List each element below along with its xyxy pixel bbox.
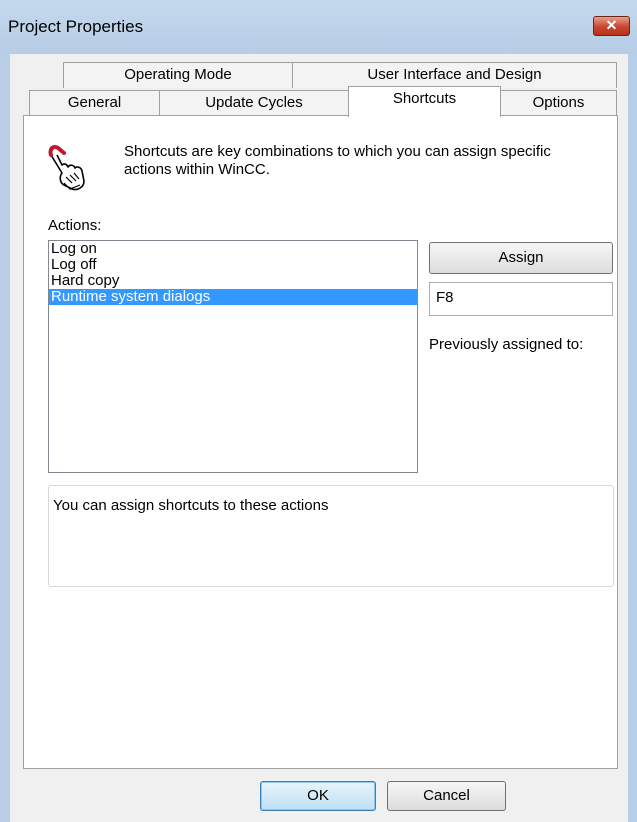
tab-operating-mode[interactable]: Operating Mode bbox=[63, 62, 293, 88]
shortcuts-info-text: Shortcuts are key combinations to which … bbox=[124, 143, 551, 178]
tab-label: Operating Mode bbox=[124, 66, 232, 83]
actions-list[interactable]: Log on Log off Hard copy Runtime system … bbox=[48, 240, 418, 473]
tab-label: Update Cycles bbox=[205, 94, 303, 111]
title-bar: Project Properties ✕ bbox=[0, 0, 637, 55]
tab-label: Shortcuts bbox=[392, 90, 457, 107]
close-icon: ✕ bbox=[605, 17, 618, 33]
tab-update-cycles[interactable]: Update Cycles bbox=[159, 90, 349, 116]
ok-button[interactable]: OK bbox=[260, 781, 376, 811]
tab-general[interactable]: General bbox=[29, 90, 160, 116]
hand-pointer-icon bbox=[48, 145, 85, 191]
list-item[interactable]: Log on bbox=[49, 241, 417, 257]
tab-label: User Interface and Design bbox=[367, 66, 542, 83]
cancel-button[interactable]: Cancel bbox=[387, 781, 506, 811]
window-frame-right bbox=[628, 54, 637, 822]
window-title: Project Properties bbox=[8, 17, 144, 36]
tab-shortcuts[interactable]: Shortcuts bbox=[348, 86, 501, 117]
tab-label: Options bbox=[532, 94, 585, 111]
shortcut-key-field[interactable]: F8 bbox=[429, 282, 613, 316]
description-box: You can assign shortcuts to these action… bbox=[48, 485, 614, 587]
list-item[interactable]: Hard copy bbox=[49, 273, 417, 289]
list-item[interactable]: Log off bbox=[49, 257, 417, 273]
tab-label: General bbox=[67, 94, 122, 111]
assign-button[interactable]: Assign bbox=[429, 242, 613, 274]
tab-user-interface-and-design[interactable]: User Interface and Design bbox=[292, 62, 617, 88]
close-button[interactable]: ✕ bbox=[593, 16, 630, 36]
list-item-selected[interactable]: Runtime system dialogs bbox=[49, 289, 417, 305]
previously-assigned-label: Previously assigned to: bbox=[429, 336, 584, 353]
actions-label: Actions: bbox=[48, 217, 102, 234]
window-frame-left bbox=[0, 54, 10, 822]
tab-options[interactable]: Options bbox=[500, 90, 617, 116]
